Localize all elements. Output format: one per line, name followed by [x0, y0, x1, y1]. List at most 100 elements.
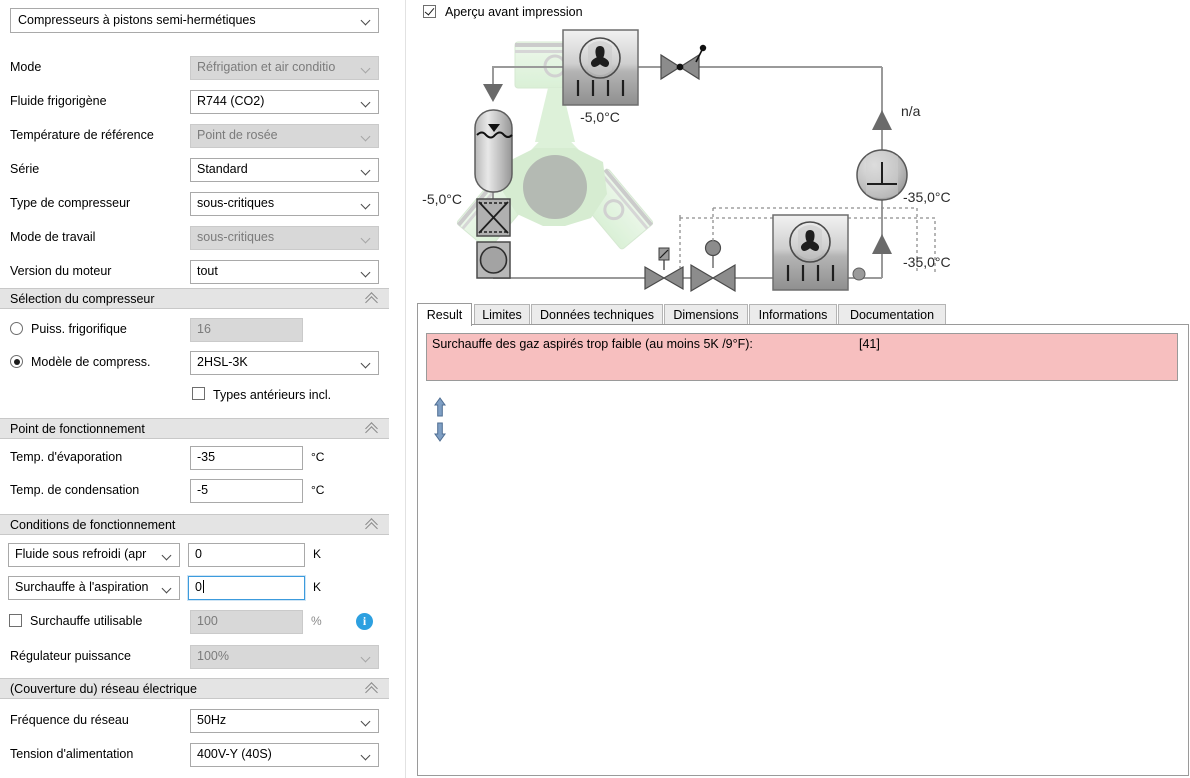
subcooling-input[interactable]: 0	[188, 543, 305, 567]
field-label: Temp. d'évaporation	[10, 450, 123, 464]
compressor-category-value: Compresseurs à pistons semi-hermétiques	[18, 13, 256, 27]
chevron-down-icon	[362, 269, 371, 275]
mode-combobox[interactable]: Réfrigation et air conditio	[190, 56, 379, 80]
subcooling-selector-combobox[interactable]: Fluide sous refroidi (apr	[8, 543, 180, 567]
arrow-up-icon[interactable]	[433, 397, 447, 417]
tab-donnees-techniques[interactable]: Données techniques	[531, 304, 663, 325]
tab-documentation[interactable]: Documentation	[838, 304, 946, 325]
text-caret	[202, 580, 204, 593]
unit-label: K	[313, 580, 322, 594]
cooling-capacity-value: 16	[197, 322, 211, 336]
tab-limites[interactable]: Limites	[474, 304, 530, 325]
series-combobox[interactable]: Standard	[190, 158, 379, 182]
section-title: Sélection du compresseur	[10, 292, 155, 306]
tab-result[interactable]: Result	[417, 303, 472, 326]
tab-informations[interactable]: Informations	[749, 304, 837, 325]
compressor-power-label: n/a	[901, 103, 921, 119]
error-message-text: Surchauffe des gaz aspirés trop faible (…	[432, 337, 753, 351]
evaporating-temperature-input[interactable]: -35	[190, 446, 303, 470]
flow-arrow-up-icon	[872, 110, 892, 130]
double-chevron-up-icon[interactable]	[365, 518, 380, 535]
section-header-compressor-selection[interactable]: Sélection du compresseur	[0, 288, 389, 309]
condensing-temperature-input[interactable]: -5	[190, 479, 303, 503]
info-icon[interactable]: i	[356, 613, 373, 630]
compressor-model-value: 2HSL-3K	[197, 355, 248, 369]
grid-frequency-combobox[interactable]: 50Hz	[190, 709, 379, 733]
refrigeration-circuit-diagram: -5,0°C -5,0°C n/a -35,0°C -35,0°C -35,0°…	[415, 22, 1190, 313]
superheat-selector-value: Surchauffe à l'aspiration	[15, 580, 149, 594]
chevron-down-icon	[362, 360, 371, 366]
subcooling-value: 0	[195, 547, 202, 561]
reference-temperature-combobox[interactable]: Point de rosée	[190, 124, 379, 148]
sight-glass	[476, 241, 511, 279]
unit-label: °C	[311, 483, 325, 497]
double-chevron-up-icon[interactable]	[365, 682, 380, 699]
chevron-down-icon	[362, 654, 371, 660]
arrow-down-icon[interactable]	[433, 422, 447, 442]
compressor-type-value: sous-critiques	[197, 196, 275, 210]
tab-dimensions[interactable]: Dimensions	[664, 304, 748, 325]
chevron-down-icon	[362, 133, 371, 139]
error-message-box: Surchauffe des gaz aspirés trop faible (…	[426, 333, 1178, 381]
section-title: Conditions de fonctionnement	[10, 518, 176, 532]
capacity-regulator-value: 100%	[197, 649, 229, 663]
condensing-temperature-value: -5	[197, 483, 209, 497]
checkbox-previous-types[interactable]	[192, 387, 205, 400]
receiver-temp-label: -5,0°C	[422, 191, 462, 207]
motor-version-value: tout	[197, 264, 218, 278]
field-label: Mode	[10, 60, 42, 74]
refrigerant-combobox[interactable]: R744 (CO2)	[190, 90, 379, 114]
radio-cooling-capacity[interactable]	[10, 322, 23, 335]
suction-temp-upper-label: -35,0°C	[903, 189, 951, 205]
compressor-category-combobox[interactable]: Compresseurs à pistons semi-hermétiques	[10, 8, 379, 33]
capacity-regulator-combobox[interactable]: 100%	[190, 645, 379, 669]
unit-label: %	[311, 614, 322, 628]
radio-label-compressor-model: Modèle de compress.	[31, 355, 151, 369]
parameters-panel: Compresseurs à pistons semi-hermétiques …	[0, 0, 405, 778]
working-mode-value: sous-critiques	[197, 230, 275, 244]
check-valve	[660, 44, 707, 81]
solenoid-valve	[690, 239, 736, 293]
useful-superheat-input[interactable]: 100	[190, 610, 303, 634]
supply-voltage-value: 400V-Y (40S)	[197, 747, 272, 761]
series-value: Standard	[197, 162, 248, 176]
unit-label: K	[313, 547, 322, 561]
checkbox-useful-superheat[interactable]	[9, 614, 22, 627]
radio-compressor-model[interactable]	[10, 355, 23, 368]
useful-superheat-value: 100	[197, 614, 218, 628]
double-chevron-up-icon[interactable]	[365, 292, 380, 309]
filter-drier	[476, 198, 511, 237]
compressor-model-combobox[interactable]: 2HSL-3K	[190, 351, 379, 375]
checkbox-print-preview[interactable]	[423, 5, 436, 18]
cooling-capacity-input[interactable]: 16	[190, 318, 303, 342]
chevron-down-icon	[362, 65, 371, 71]
print-preview-checkbox-row[interactable]: Aperçu avant impression	[423, 4, 643, 22]
field-label: Version du moteur	[10, 264, 112, 278]
error-message-code: [41]	[859, 337, 880, 351]
subcooling-selector-value: Fluide sous refroidi (apr	[15, 547, 147, 561]
application-window: Compresseurs à pistons semi-hermétiques …	[0, 0, 1190, 778]
section-header-operating-conditions[interactable]: Conditions de fonctionnement	[0, 514, 389, 535]
checkbox-label-useful-superheat: Surchauffe utilisable	[30, 614, 143, 628]
supply-voltage-combobox[interactable]: 400V-Y (40S)	[190, 743, 379, 767]
refrigerant-value: R744 (CO2)	[197, 94, 265, 108]
superheat-input[interactable]: 0	[187, 575, 306, 601]
field-label: Tension d'alimentation	[10, 747, 134, 761]
flow-arrow-down-icon	[483, 84, 503, 102]
section-header-power-supply[interactable]: (Couverture du) réseau électrique	[0, 678, 389, 699]
superheat-selector-combobox[interactable]: Surchauffe à l'aspiration	[8, 576, 180, 600]
print-preview-label: Aperçu avant impression	[445, 5, 583, 19]
motor-version-combobox[interactable]: tout	[190, 260, 379, 284]
results-panel: Aperçu avant impression -5,0°C -5,0°C n/…	[415, 0, 1190, 778]
mode-value: Réfrigation et air conditio	[197, 60, 336, 74]
compressor-type-combobox[interactable]: sous-critiques	[190, 192, 379, 216]
suction-temp-lower-label: -35,0°C	[903, 254, 951, 270]
working-mode-combobox[interactable]: sous-critiques	[190, 226, 379, 250]
unit-label: °C	[311, 450, 325, 464]
compressor-symbol	[856, 149, 908, 201]
section-header-operating-point[interactable]: Point de fonctionnement	[0, 418, 389, 439]
radio-label-cooling-capacity: Puiss. frigorifique	[31, 322, 127, 336]
double-chevron-up-icon[interactable]	[365, 422, 380, 439]
chevron-down-icon	[362, 752, 371, 758]
chevron-down-icon	[163, 552, 172, 558]
